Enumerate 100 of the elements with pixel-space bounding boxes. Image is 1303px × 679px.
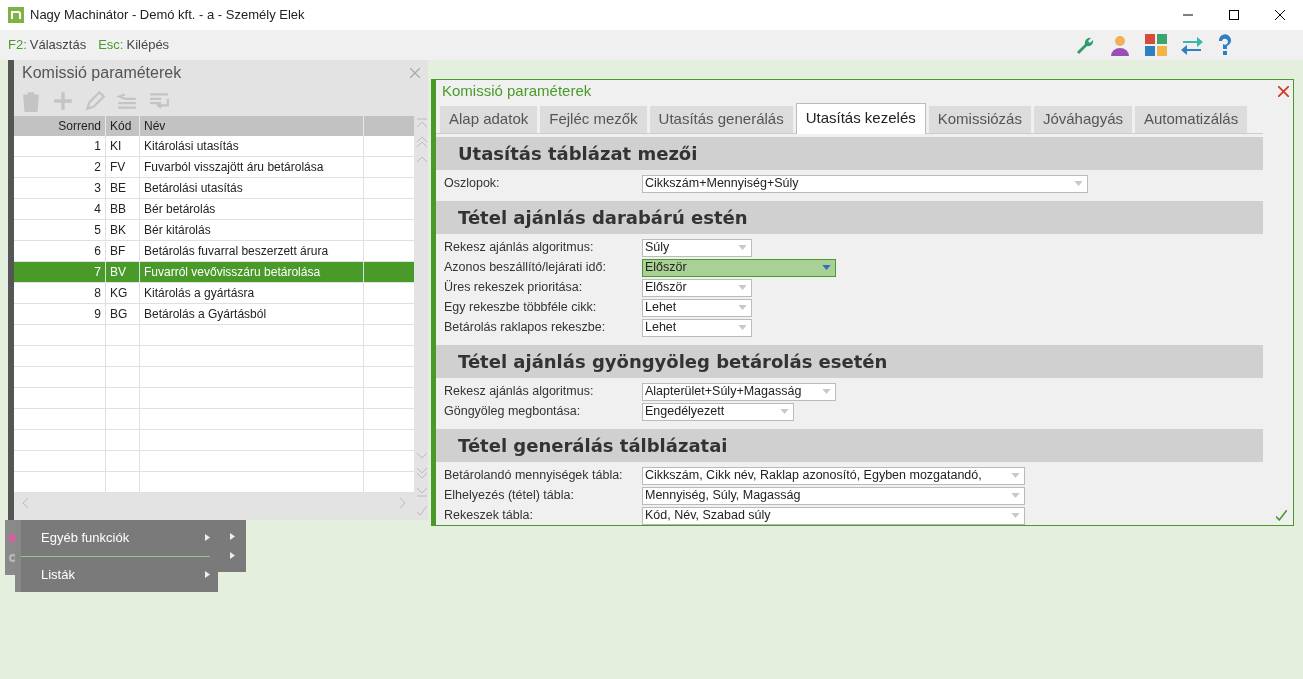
help-icon[interactable] — [1217, 34, 1233, 56]
table-cell: 6 — [14, 241, 106, 261]
table-cell: BG — [106, 304, 140, 324]
table-cell: KI — [106, 136, 140, 156]
field-label: Egy rekeszbe többféle cikk: — [444, 299, 598, 317]
user-icon[interactable] — [1109, 34, 1131, 56]
scroll-up-icon[interactable] — [417, 156, 427, 162]
table-cell: BK — [106, 220, 140, 240]
table-row[interactable]: 2 FV Fuvarból visszajött áru betárolása — [14, 157, 414, 178]
table-cell: Kitárolás a gyártásra — [140, 283, 364, 303]
scroll-top-icon[interactable] — [417, 118, 427, 128]
table-row[interactable]: 3 BE Betárolási utasítás — [14, 178, 414, 199]
tab[interactable]: Komissiózás — [928, 105, 1031, 133]
dropdown-arrow-icon — [822, 265, 831, 270]
submenu-arrow-icon[interactable] — [229, 552, 235, 559]
field-label: Oszlopok: — [444, 175, 501, 193]
dropdown[interactable]: Súly — [642, 238, 752, 257]
dropdown[interactable]: Lehet — [642, 318, 752, 337]
dropdown[interactable]: Először — [642, 258, 836, 277]
dropdown-arrow-icon — [1074, 181, 1083, 186]
plus-icon[interactable] — [52, 90, 74, 112]
table-cell: Betárolás fuvarral beszerzett árura — [140, 241, 364, 261]
table-cell: Fuvarról vevővisszáru betárolása — [140, 262, 364, 282]
dropdown[interactable]: Engedélyezett — [642, 402, 794, 421]
dropdown-arrow-icon — [1011, 473, 1020, 478]
table-cell: Kitárolási utasítás — [140, 136, 364, 156]
page-up-icon[interactable] — [417, 137, 427, 147]
tab[interactable]: Utasítás generálás — [649, 105, 793, 133]
table-cell: 2 — [14, 157, 106, 177]
table-row[interactable]: 1 KI Kitárolási utasítás — [14, 136, 414, 157]
maximize-icon — [1229, 10, 1239, 20]
window-title: Nagy Machinátor - Demó kft. - a - Személy Elek — [30, 6, 305, 25]
table-cell: FV — [106, 157, 140, 177]
table-cell: 5 — [14, 220, 106, 240]
dropdown[interactable]: Cikkszám+Mennyiség+Súly — [642, 174, 1088, 193]
table-cell: BB — [106, 199, 140, 219]
table-row[interactable]: 9 BG Betárolás a Gyártásból — [14, 304, 414, 325]
dropdown-arrow-icon — [738, 325, 747, 330]
dropdown-arrow-icon — [822, 389, 831, 394]
field-label: Betárolás raklapos rekeszbe: — [444, 319, 607, 337]
tab[interactable]: Automatizálás — [1135, 105, 1248, 133]
panel-title: Komissió paraméterek — [22, 63, 182, 83]
table-cell: Bér kitárolás — [140, 220, 364, 240]
submenu-arrow-icon — [205, 570, 210, 578]
field-label: Betárolandó mennyiségek tábla: — [444, 467, 624, 485]
tab[interactable]: Alap adatok — [440, 105, 538, 133]
pencil-icon[interactable] — [84, 90, 106, 112]
table-cell: 9 — [14, 304, 106, 324]
field-label: Rekeszek tábla: — [444, 507, 534, 525]
table-cell: 3 — [14, 178, 106, 198]
field-label: Rekesz ajánlás algoritmus: — [444, 383, 595, 401]
scroll-bottom-icon[interactable] — [417, 487, 427, 497]
submenu-arrow-icon — [205, 534, 210, 542]
dropdown[interactable]: Kód, Név, Szabad súly — [642, 506, 1025, 525]
table-cell: 4 — [14, 199, 106, 219]
trash-icon[interactable] — [20, 90, 42, 112]
tiles-icon[interactable] — [1145, 34, 1167, 56]
table-cell: Betárolási utasítás — [140, 178, 364, 198]
scroll-left-icon[interactable] — [22, 498, 29, 508]
table-row[interactable]: 4 BB Bér betárolás — [14, 199, 414, 220]
dropdown[interactable]: Cikkszám, Cikk név, Raklap azonosító, Egyben mozgatandó, — [642, 466, 1025, 485]
menu-item[interactable]: Egyéb funkciók — [21, 520, 218, 556]
check-icon[interactable] — [1276, 510, 1287, 521]
dropdown-arrow-icon — [738, 285, 747, 290]
tab[interactable]: Fejléc mezők — [540, 105, 647, 133]
dropdown[interactable]: Először — [642, 278, 752, 297]
table-cell: BF — [106, 241, 140, 261]
section-header: Utasítás táblázat mezői — [436, 136, 1263, 170]
table-row[interactable]: 5 BK Bér kitárolás — [14, 220, 414, 241]
shortcut-button[interactable]: Esc: Kilépés — [98, 35, 170, 55]
table-cell: Fuvarból visszajött áru betárolása — [140, 157, 364, 177]
check-icon[interactable] — [417, 506, 427, 516]
shortcut-button[interactable]: F2: Választás — [8, 35, 87, 55]
dropdown[interactable]: Lehet — [642, 298, 752, 317]
menu-item[interactable]: Listák — [21, 556, 218, 592]
tab[interactable]: Utasítás kezelés — [795, 102, 926, 134]
scroll-right-icon[interactable] — [399, 498, 406, 508]
table-cell: KG — [106, 283, 140, 303]
field-label: Üres rekeszek prioritása: — [444, 279, 584, 297]
scroll-down-icon[interactable] — [417, 453, 427, 459]
dropdown[interactable]: Alapterület+Súly+Magasság — [642, 382, 836, 401]
table-row[interactable]: 6 BF Betárolás fuvarral beszerzett árura — [14, 241, 414, 262]
table-cell: BE — [106, 178, 140, 198]
submenu-arrow-icon[interactable] — [229, 533, 235, 540]
close-icon[interactable] — [410, 68, 420, 78]
close-icon[interactable] — [1278, 85, 1289, 97]
dropdown[interactable]: Mennyiség, Súly, Magasság — [642, 486, 1025, 505]
dropdown-arrow-icon — [1011, 513, 1020, 518]
field-label: Azonos beszállító/lejárati idő: — [444, 259, 607, 277]
page-down-icon[interactable] — [417, 468, 427, 478]
tab[interactable]: Jóváhagyás — [1033, 105, 1132, 133]
table-cell: 1 — [14, 136, 106, 156]
table-cell: Betárolás a Gyártásból — [140, 304, 364, 324]
table-cell: BV — [106, 262, 140, 282]
field-label: Rekesz ajánlás algoritmus: — [444, 239, 595, 257]
field-label: Göngyöleg megbontása: — [444, 403, 582, 421]
table-row[interactable]: 8 KG Kitárolás a gyártásra — [14, 283, 414, 304]
swap-arrows-icon[interactable] — [1181, 34, 1203, 56]
section-header: Tétel generálás tálblázatai — [436, 428, 1263, 462]
table-row[interactable]: 7 BV Fuvarról vevővisszáru betárolása — [14, 262, 414, 283]
